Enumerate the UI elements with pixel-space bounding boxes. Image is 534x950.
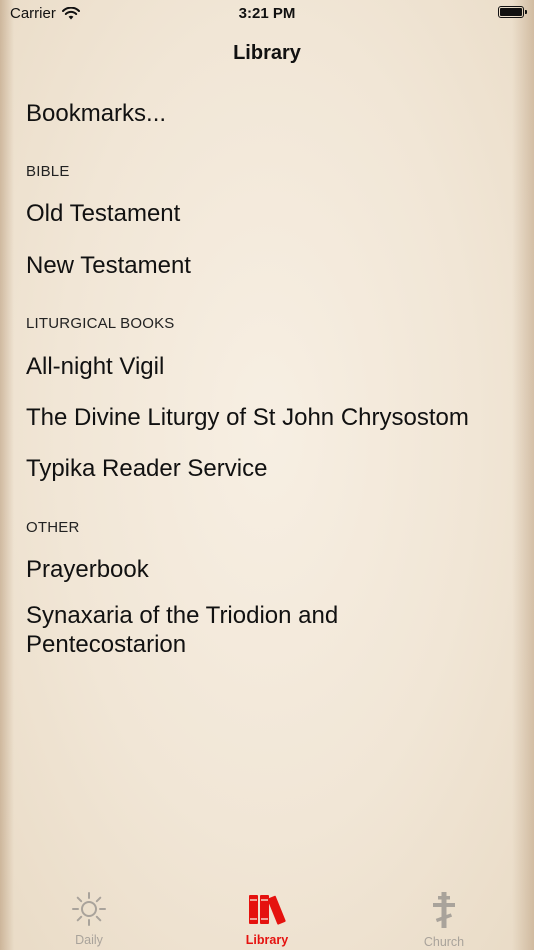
tab-church-label: Church (423, 935, 465, 949)
section-header-bible: BIBLE (26, 163, 70, 180)
page-title: Library (233, 42, 301, 64)
list-item-divine-liturgy[interactable]: The Divine Liturgy of St John Chrysostom (26, 403, 469, 432)
list-item-old-testament[interactable]: Old Testament (26, 199, 180, 228)
tab-daily[interactable]: Daily (49, 892, 129, 947)
status-bar: Carrier 3:21 PM (0, 0, 534, 30)
battery-icon (498, 6, 527, 18)
section-header-other: OTHER (26, 519, 80, 536)
tab-library[interactable]: Library (227, 892, 307, 947)
tab-library-label: Library (245, 933, 289, 947)
list-item-typika[interactable]: Typika Reader Service (26, 454, 267, 483)
tab-church[interactable]: Church (404, 892, 484, 949)
tab-bar: Daily Library Church (0, 886, 534, 950)
books-icon (249, 895, 286, 925)
paper-edge-left (0, 0, 14, 950)
list-item-prayerbook[interactable]: Prayerbook (26, 555, 149, 584)
paper-edge-right (512, 0, 534, 950)
status-time: 3:21 PM (238, 5, 296, 22)
section-header-liturgical-books: LITURGICAL BOOKS (26, 315, 175, 332)
sun-icon (72, 892, 106, 926)
list-item-bookmarks[interactable]: Bookmarks... (26, 99, 166, 128)
orthodox-cross-icon (433, 892, 455, 928)
list-item-new-testament[interactable]: New Testament (26, 251, 191, 280)
list-item-synaxaria[interactable]: Synaxaria of the Triodion and Pentecosta… (26, 601, 406, 659)
tab-daily-label: Daily (75, 933, 103, 947)
list-item-all-night-vigil[interactable]: All-night Vigil (26, 352, 164, 381)
